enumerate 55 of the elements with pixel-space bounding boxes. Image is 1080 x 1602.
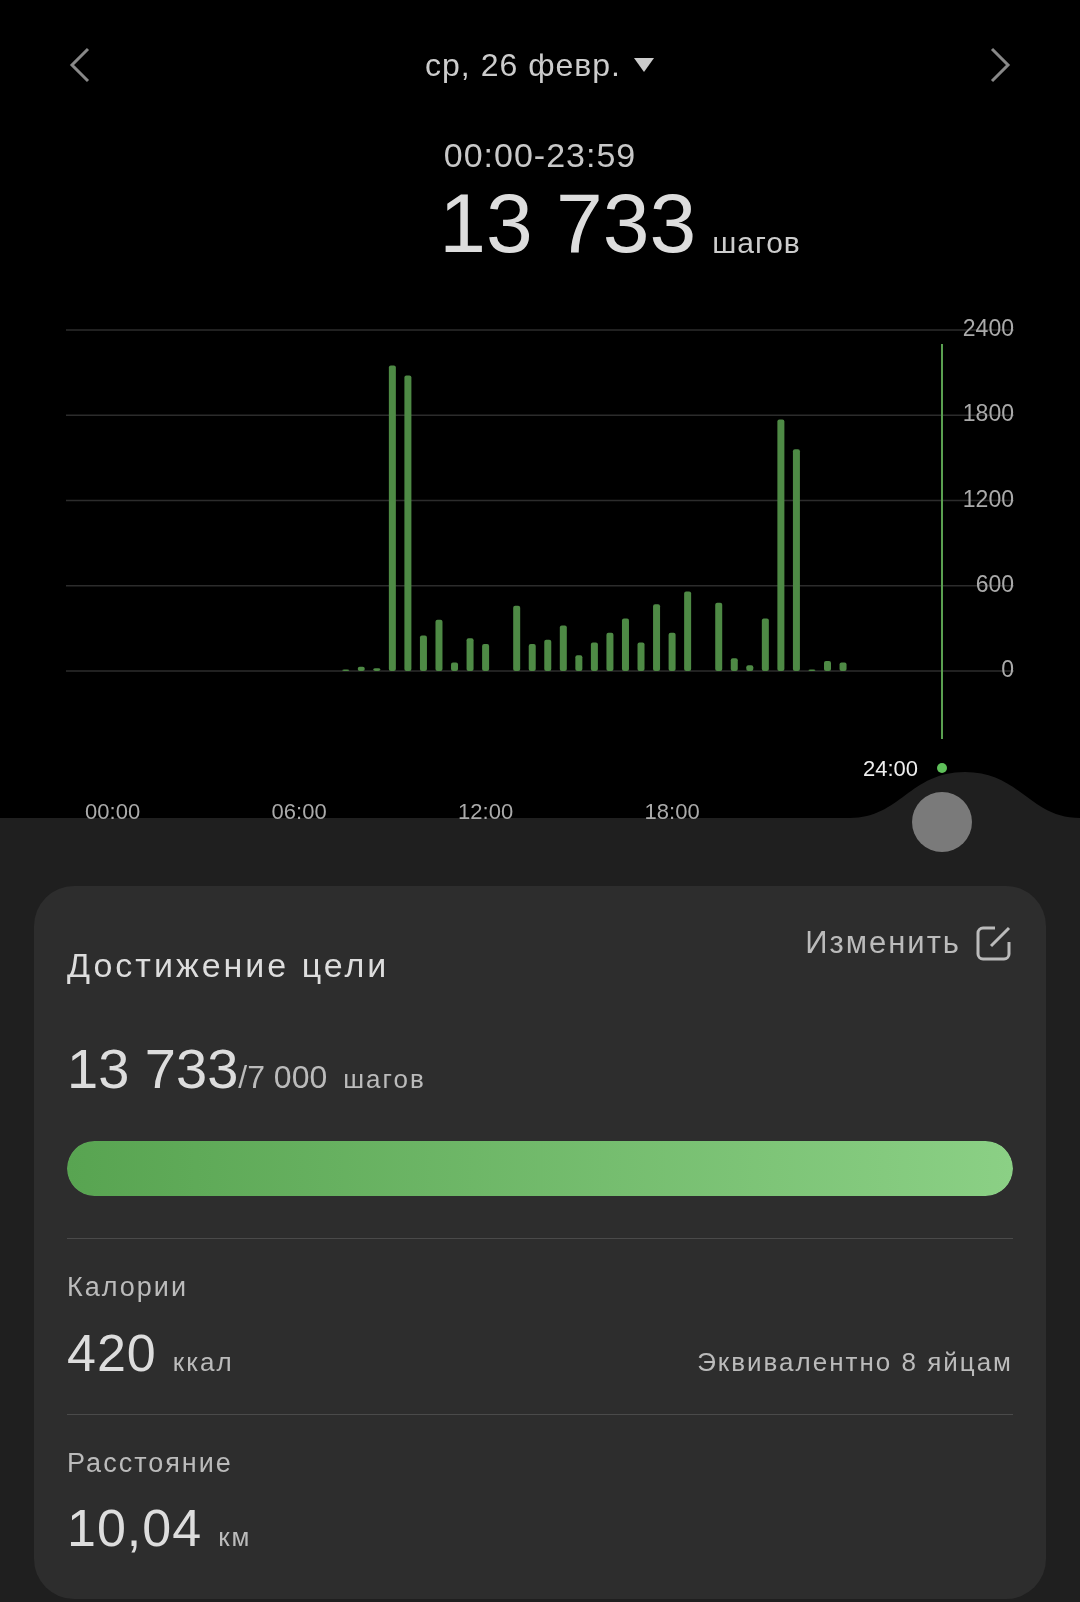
date-selector[interactable]: ср, 26 февр. [425,41,655,89]
step-bar [606,632,614,671]
step-bar [357,666,365,671]
stat-unit: ккал [172,1345,234,1379]
steps-unit: шагов [712,225,801,261]
y-axis-label: 2400 [962,315,1014,342]
x-axis-label: 18:00 [644,799,700,824]
time-cursor-dot [937,763,947,773]
edit-link[interactable]: Изменить [805,920,1013,967]
stat-label: Калории [67,1271,189,1304]
y-axis-label: 1800 [962,400,1014,427]
x-axis-label: 06:00 [271,799,327,824]
step-bar [761,618,769,671]
y-axis-label: 0 [1001,656,1014,683]
step-bar [653,604,661,671]
total-steps: 13 733 [439,181,697,265]
step-bar [746,665,754,671]
step-bar [419,635,427,671]
edit-icon [975,924,1013,963]
time-cursor-label: 24:00 [862,756,918,781]
slider-handle[interactable] [912,792,972,852]
goal-unit: шагов [343,1063,426,1096]
step-bar [435,619,443,671]
step-bar [528,644,536,671]
step-bar [824,661,831,671]
step-bar [668,632,676,671]
step-bar [451,662,459,671]
step-bar [839,662,847,671]
step-bar [715,602,723,671]
stat-note: Эквивалентно 8 яйцам [697,1345,1013,1379]
step-bar [575,655,583,671]
step-bar [730,658,738,671]
step-bar [466,638,474,671]
x-axis-label: 00:00 [85,799,141,824]
stat-value: 420 [67,1322,157,1384]
step-bar [544,639,552,671]
step-bar [590,642,598,671]
goal-progress-text: 13 733/7 000 [67,1036,328,1102]
step-bar [622,618,629,671]
time-range: 00:00-23:59 [443,136,637,174]
card-title: Достижение цели [67,945,390,986]
step-bar [637,642,645,671]
x-axis-label: 12:00 [458,799,514,824]
step-bar [373,668,381,671]
stat-value: 10,04 [67,1498,203,1559]
step-bar [513,605,521,671]
y-axis-label: 600 [975,570,1014,597]
stat-label: Расстояние [67,1446,234,1480]
stat-unit: км [218,1521,252,1554]
chevron-left-icon [68,45,92,85]
step-bar [559,625,567,671]
chevron-right-icon [988,45,1012,85]
step-bar [482,644,490,671]
y-axis-label: 1200 [962,485,1014,512]
dropdown-triangle-icon [632,57,655,73]
